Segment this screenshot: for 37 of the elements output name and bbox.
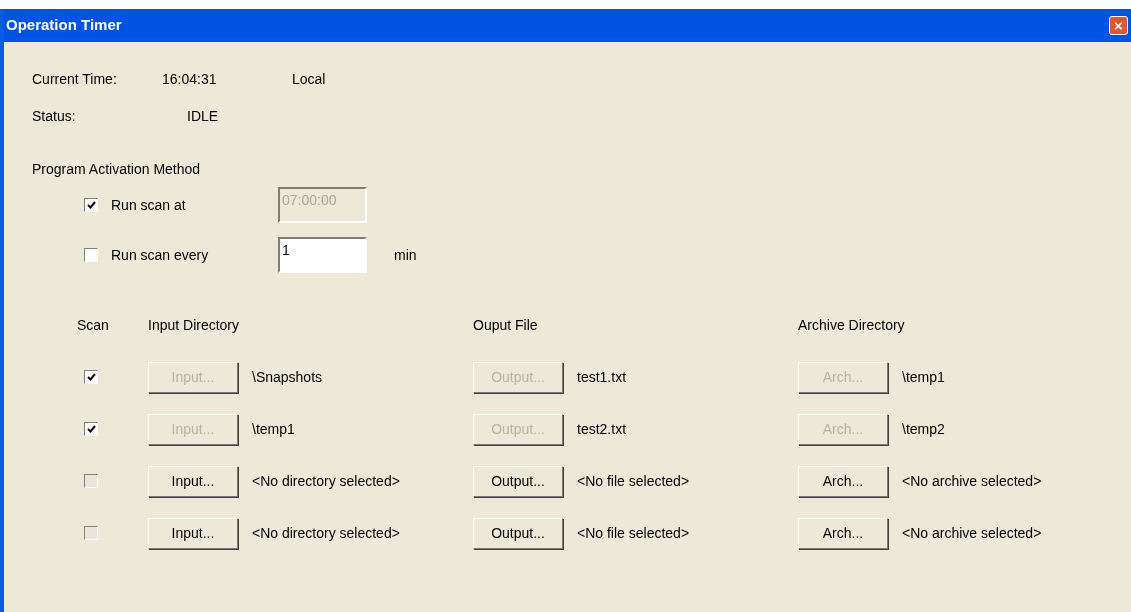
field-label: Status:	[32, 106, 77, 126]
browse-button[interactable]: Output...	[473, 517, 563, 549]
path-text: <No file selected>	[577, 523, 690, 543]
column-header: Input Directory	[148, 315, 241, 335]
checkbox[interactable]	[84, 370, 98, 384]
path-text: test2.txt	[577, 419, 627, 439]
path-text: <No archive selected>	[902, 471, 1042, 491]
browse-button[interactable]: Input...	[148, 465, 238, 497]
path-text: <No directory selected>	[252, 523, 400, 543]
path-text: \temp2	[902, 419, 945, 439]
field-label: Current Time:	[32, 69, 118, 89]
status-value: IDLE	[187, 106, 219, 126]
path-text: \temp1	[902, 367, 945, 387]
path-text: <No file selected>	[577, 471, 690, 491]
column-header: Ouput File	[473, 315, 539, 335]
column-header: Archive Directory	[798, 315, 906, 335]
current-time: 16:04:31	[162, 69, 218, 89]
path-text: <No archive selected>	[902, 523, 1042, 543]
path-text: test1.txt	[577, 367, 627, 387]
browse-button[interactable]: Output...	[473, 465, 563, 497]
close-button[interactable]: ×	[1109, 16, 1128, 35]
unit-label: min	[394, 245, 417, 265]
option-label: Run scan at	[111, 195, 187, 215]
checkbox[interactable]	[84, 422, 98, 436]
option-label: Run scan every	[111, 245, 210, 265]
time-field[interactable]: 1	[278, 237, 367, 273]
column-header: Scan	[77, 315, 110, 335]
time-zone: Local	[292, 69, 326, 89]
browse-button[interactable]: Arch...	[798, 517, 888, 549]
browse-button[interactable]: Arch...	[798, 465, 888, 497]
path-text: \Snapshots	[252, 367, 323, 387]
path-text: \temp1	[252, 419, 295, 439]
path-text: <No directory selected>	[252, 471, 400, 491]
browse-button[interactable]: Input...	[148, 517, 238, 549]
window-title: Operation Timer	[6, 15, 122, 36]
checkbox[interactable]	[84, 248, 98, 262]
section-heading: Program Activation Method	[32, 159, 201, 179]
